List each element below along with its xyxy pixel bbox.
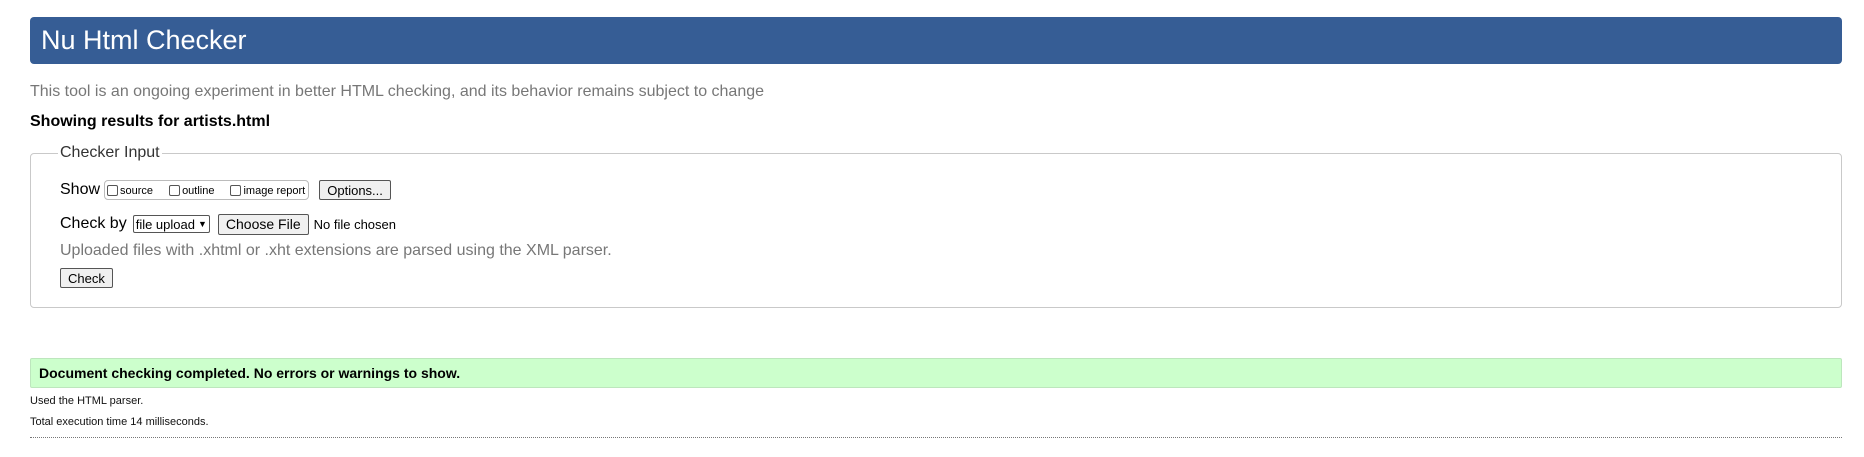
file-status-text: No file chosen bbox=[313, 216, 396, 232]
chevron-down-icon: ▼ bbox=[197, 219, 207, 229]
image-report-checkbox-label[interactable]: image report bbox=[243, 185, 305, 197]
tagline: This tool is an ongoing experiment in be… bbox=[30, 83, 765, 100]
check-button[interactable]: Check bbox=[60, 268, 113, 288]
show-option-outline[interactable]: outline bbox=[169, 184, 214, 197]
success-message: Document checking completed. No errors o… bbox=[39, 365, 461, 381]
check-by-label: Check by bbox=[60, 215, 127, 232]
showing-results-heading: Showing results for artists.html bbox=[30, 113, 271, 130]
options-button[interactable]: Options... bbox=[319, 180, 391, 200]
checker-input-legend: Checker Input bbox=[60, 144, 160, 161]
execution-time: Total execution time 14 milliseconds. bbox=[30, 416, 209, 428]
divider bbox=[30, 437, 1842, 438]
show-label: Show bbox=[60, 181, 101, 198]
show-options-group: source outline image report bbox=[104, 180, 310, 200]
choose-file-button[interactable]: Choose File bbox=[217, 213, 309, 235]
show-options-row: Show source outline image report Options… bbox=[60, 178, 391, 202]
check-by-select[interactable]: file upload ▼ bbox=[132, 215, 210, 233]
success-message-banner: Document checking completed. No errors o… bbox=[30, 358, 1842, 388]
show-option-image-report[interactable]: image report bbox=[230, 184, 305, 197]
show-option-source[interactable]: source bbox=[107, 184, 153, 197]
image-report-checkbox[interactable] bbox=[230, 184, 242, 196]
source-checkbox-label[interactable]: source bbox=[120, 185, 153, 197]
page-title: Nu Html Checker bbox=[41, 25, 247, 55]
outline-checkbox[interactable] bbox=[169, 184, 181, 196]
outline-checkbox-label[interactable]: outline bbox=[182, 185, 214, 197]
page-header: Nu Html Checker bbox=[30, 17, 1842, 64]
parser-info: Used the HTML parser. bbox=[30, 395, 144, 407]
xml-parser-note: Uploaded files with .xhtml or .xht exten… bbox=[60, 242, 612, 259]
source-checkbox[interactable] bbox=[107, 184, 119, 196]
check-by-selected-value: file upload bbox=[135, 216, 195, 232]
check-by-row: Check by file upload ▼ Choose File No fi… bbox=[60, 212, 396, 236]
